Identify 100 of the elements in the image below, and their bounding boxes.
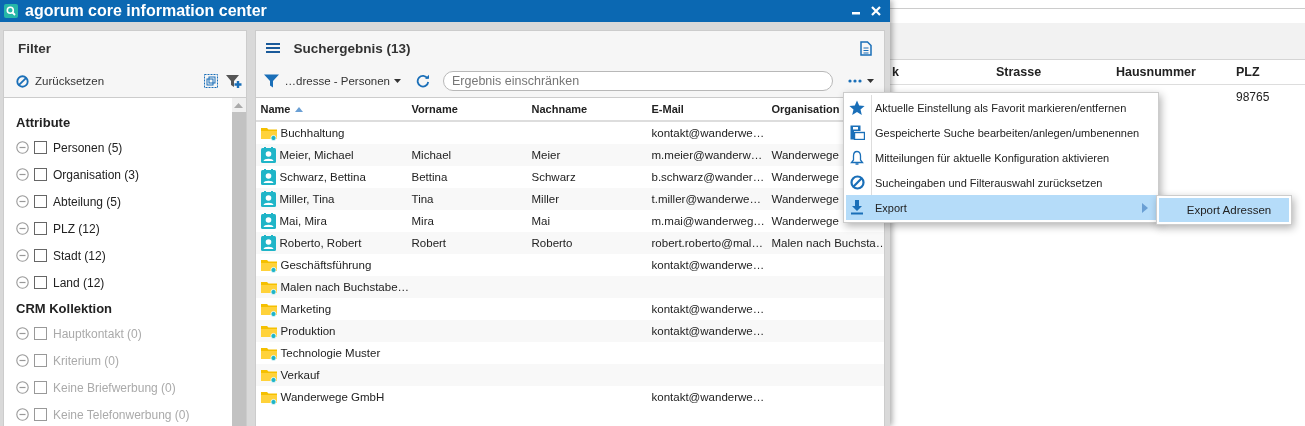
exclude-icon[interactable] bbox=[16, 408, 29, 421]
table-cell: 98765 bbox=[1236, 90, 1270, 104]
folder-icon bbox=[260, 257, 277, 273]
folder-icon bbox=[260, 279, 277, 295]
exclude-icon[interactable] bbox=[16, 354, 29, 367]
contact-icon bbox=[260, 191, 276, 207]
filter-add-icon[interactable] bbox=[225, 73, 242, 89]
search-icon bbox=[4, 4, 18, 18]
contact-icon bbox=[260, 169, 276, 185]
checkbox[interactable] bbox=[34, 141, 47, 154]
contact-icon bbox=[260, 235, 276, 251]
folder-icon bbox=[260, 367, 277, 383]
star-icon bbox=[849, 99, 865, 116]
filter-label[interactable]: PLZ (12) bbox=[53, 221, 100, 236]
bell-icon bbox=[850, 149, 864, 166]
exclude-icon[interactable] bbox=[16, 141, 29, 154]
exclude-icon[interactable] bbox=[16, 222, 29, 235]
table-cell: Robert bbox=[411, 237, 447, 249]
table-cell: Wanderwege bbox=[771, 215, 839, 227]
reset-icon bbox=[16, 74, 29, 88]
table-cell: t.miller@wanderwe… bbox=[651, 193, 761, 205]
table-cell: Technologie Muster bbox=[280, 347, 381, 359]
filter-label[interactable]: Personen (5) bbox=[53, 140, 123, 155]
column-header[interactable]: Nachname bbox=[531, 103, 652, 115]
column-header[interactable]: E-Mail bbox=[651, 103, 772, 115]
table-cell: Malen nach Buchsta… bbox=[771, 237, 884, 249]
download-icon bbox=[850, 200, 864, 215]
column-header[interactable]: Vorname bbox=[411, 103, 532, 115]
table-cell: kontakt@wanderwe… bbox=[651, 391, 765, 403]
table-cell: Schwarz bbox=[531, 171, 576, 183]
exclude-icon[interactable] bbox=[16, 195, 29, 208]
menu-item[interactable]: Gespeicherte Suche bearbeiten/anlegen/umbenennen bbox=[846, 120, 1156, 145]
panel-title: Filter bbox=[18, 40, 51, 56]
exclude-icon[interactable] bbox=[16, 276, 29, 289]
table-cell: Wanderwege bbox=[771, 193, 839, 205]
contact-icon bbox=[260, 147, 276, 163]
table-cell: Mai bbox=[531, 215, 551, 227]
group-title: Attribute bbox=[16, 113, 72, 132]
column-header[interactable]: Hausnummer bbox=[1116, 65, 1236, 79]
table-cell: Schwarz, Bettina bbox=[279, 171, 366, 183]
menu-icon[interactable] bbox=[265, 42, 280, 54]
filter-label[interactable]: Land (12) bbox=[53, 275, 105, 290]
table-cell: b.schwarz@wander… bbox=[651, 171, 765, 183]
menu-item[interactable]: Mitteilungen für aktuelle Konfiguration aktivieren bbox=[846, 145, 1156, 170]
table-cell: Wanderwege bbox=[771, 171, 839, 183]
table-cell: Michael bbox=[411, 149, 452, 161]
refresh-icon[interactable] bbox=[416, 74, 430, 88]
filter-label[interactable]: Abteilung (5) bbox=[53, 194, 122, 209]
folder-icon bbox=[260, 125, 277, 141]
table-cell: m.meier@wanderw… bbox=[651, 149, 763, 161]
table-cell: Produktion bbox=[280, 325, 336, 337]
reset-button[interactable]: Zurücksetzen bbox=[16, 74, 105, 88]
saved-search-dropdown[interactable]: …dresse - Personen bbox=[284, 75, 401, 87]
menu-item[interactable]: Sucheingaben und Filterauswahl zurücksetzen bbox=[846, 170, 1156, 195]
table-cell: Meier bbox=[531, 149, 561, 161]
column-header[interactable]: Strasse bbox=[996, 65, 1116, 79]
menu-item[interactable]: Export Adressen bbox=[1159, 198, 1289, 222]
table-cell: Geschäftsführung bbox=[280, 259, 372, 271]
exclude-icon[interactable] bbox=[16, 249, 29, 262]
column-header[interactable]: Name bbox=[255, 103, 412, 115]
scrollbar[interactable] bbox=[231, 98, 246, 426]
table-cell: m.mai@wanderweg… bbox=[651, 215, 765, 227]
table-cell: Buchhaltung bbox=[280, 127, 345, 139]
window-title: agorum core information center bbox=[25, 2, 267, 20]
checkbox[interactable] bbox=[34, 249, 47, 262]
more-icon bbox=[848, 79, 862, 83]
menu-item[interactable]: Export bbox=[846, 195, 1156, 220]
column-header[interactable]: PLZ bbox=[1236, 65, 1296, 79]
filter-label[interactable]: Stadt (12) bbox=[53, 248, 106, 263]
caret-icon bbox=[867, 79, 874, 83]
more-button[interactable] bbox=[848, 79, 874, 83]
folder-icon bbox=[260, 323, 277, 339]
filter-label[interactable]: Organisation (3) bbox=[53, 167, 140, 182]
folder-icon bbox=[260, 345, 277, 361]
table-cell: kontakt@wanderwe… bbox=[651, 259, 765, 271]
checkbox[interactable] bbox=[34, 222, 47, 235]
group-title: CRM Kollektion bbox=[16, 299, 114, 318]
document-icon[interactable] bbox=[860, 40, 872, 56]
table-cell: kontakt@wanderwe… bbox=[651, 325, 765, 337]
save-icon bbox=[849, 125, 865, 140]
contact-icon bbox=[260, 213, 276, 229]
filter-icon[interactable] bbox=[263, 74, 279, 88]
exclude-icon[interactable] bbox=[16, 168, 29, 181]
table-cell: Malen nach Buchstabe… bbox=[280, 281, 410, 293]
exclude-icon[interactable] bbox=[16, 381, 29, 394]
menu-item[interactable]: Aktuelle Einstellung als Favorit markieren/entfernen bbox=[846, 95, 1156, 120]
submenu-arrow-icon bbox=[1142, 202, 1148, 213]
caret-icon bbox=[394, 79, 401, 83]
table-cell: Bettina bbox=[411, 171, 448, 183]
checkbox[interactable] bbox=[34, 276, 47, 289]
checkbox[interactable] bbox=[34, 195, 47, 208]
folder-icon bbox=[260, 389, 277, 405]
checkbox[interactable] bbox=[34, 168, 47, 181]
column-header[interactable]: k bbox=[892, 65, 996, 79]
search-field[interactable]: Ergebnis einschränken bbox=[443, 71, 833, 91]
collapse-icon[interactable] bbox=[203, 74, 218, 88]
close-icon[interactable] bbox=[871, 6, 881, 16]
exclude-icon[interactable] bbox=[16, 327, 29, 340]
reset-icon bbox=[849, 175, 865, 190]
scroll-up-icon[interactable] bbox=[234, 102, 244, 108]
